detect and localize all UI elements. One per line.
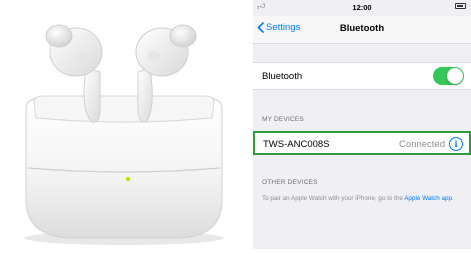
status-bar: ₂₊ℐ 12:00 [253,0,471,16]
pairing-footnote: To pair an Apple Watch with your iPhone,… [262,195,467,204]
status-time: 12:00 [352,3,372,12]
battery-icon [455,3,466,9]
bluetooth-settings-screen: ₂₊ℐ 12:00 Settings Bluetooth Bluetooth M… [253,0,471,249]
bluetooth-label: Bluetooth [262,71,303,82]
navigation-bar: Settings Bluetooth [253,16,471,44]
apple-watch-app-link[interactable]: Apple Watch app. [404,195,453,202]
device-row-tws-anc008s[interactable]: TWS-ANC008S Connected i [253,131,471,155]
bluetooth-row: Bluetooth [253,62,471,90]
device-name: TWS-ANC008S [263,139,330,150]
status-right [455,3,466,9]
footnote-text: To pair an Apple Watch with your iPhone,… [262,195,405,202]
page-title: Bluetooth [339,23,385,34]
toggle-knob [447,68,463,84]
info-icon[interactable]: i [449,137,463,151]
my-devices-header: MY DEVICES [262,116,304,123]
bluetooth-toggle[interactable] [433,67,464,85]
device-status: Connected [399,139,445,150]
earbuds-case-illustration [24,24,224,245]
other-devices-header: OTHER DEVICES [262,179,318,186]
earbuds-product-photo [0,0,246,249]
